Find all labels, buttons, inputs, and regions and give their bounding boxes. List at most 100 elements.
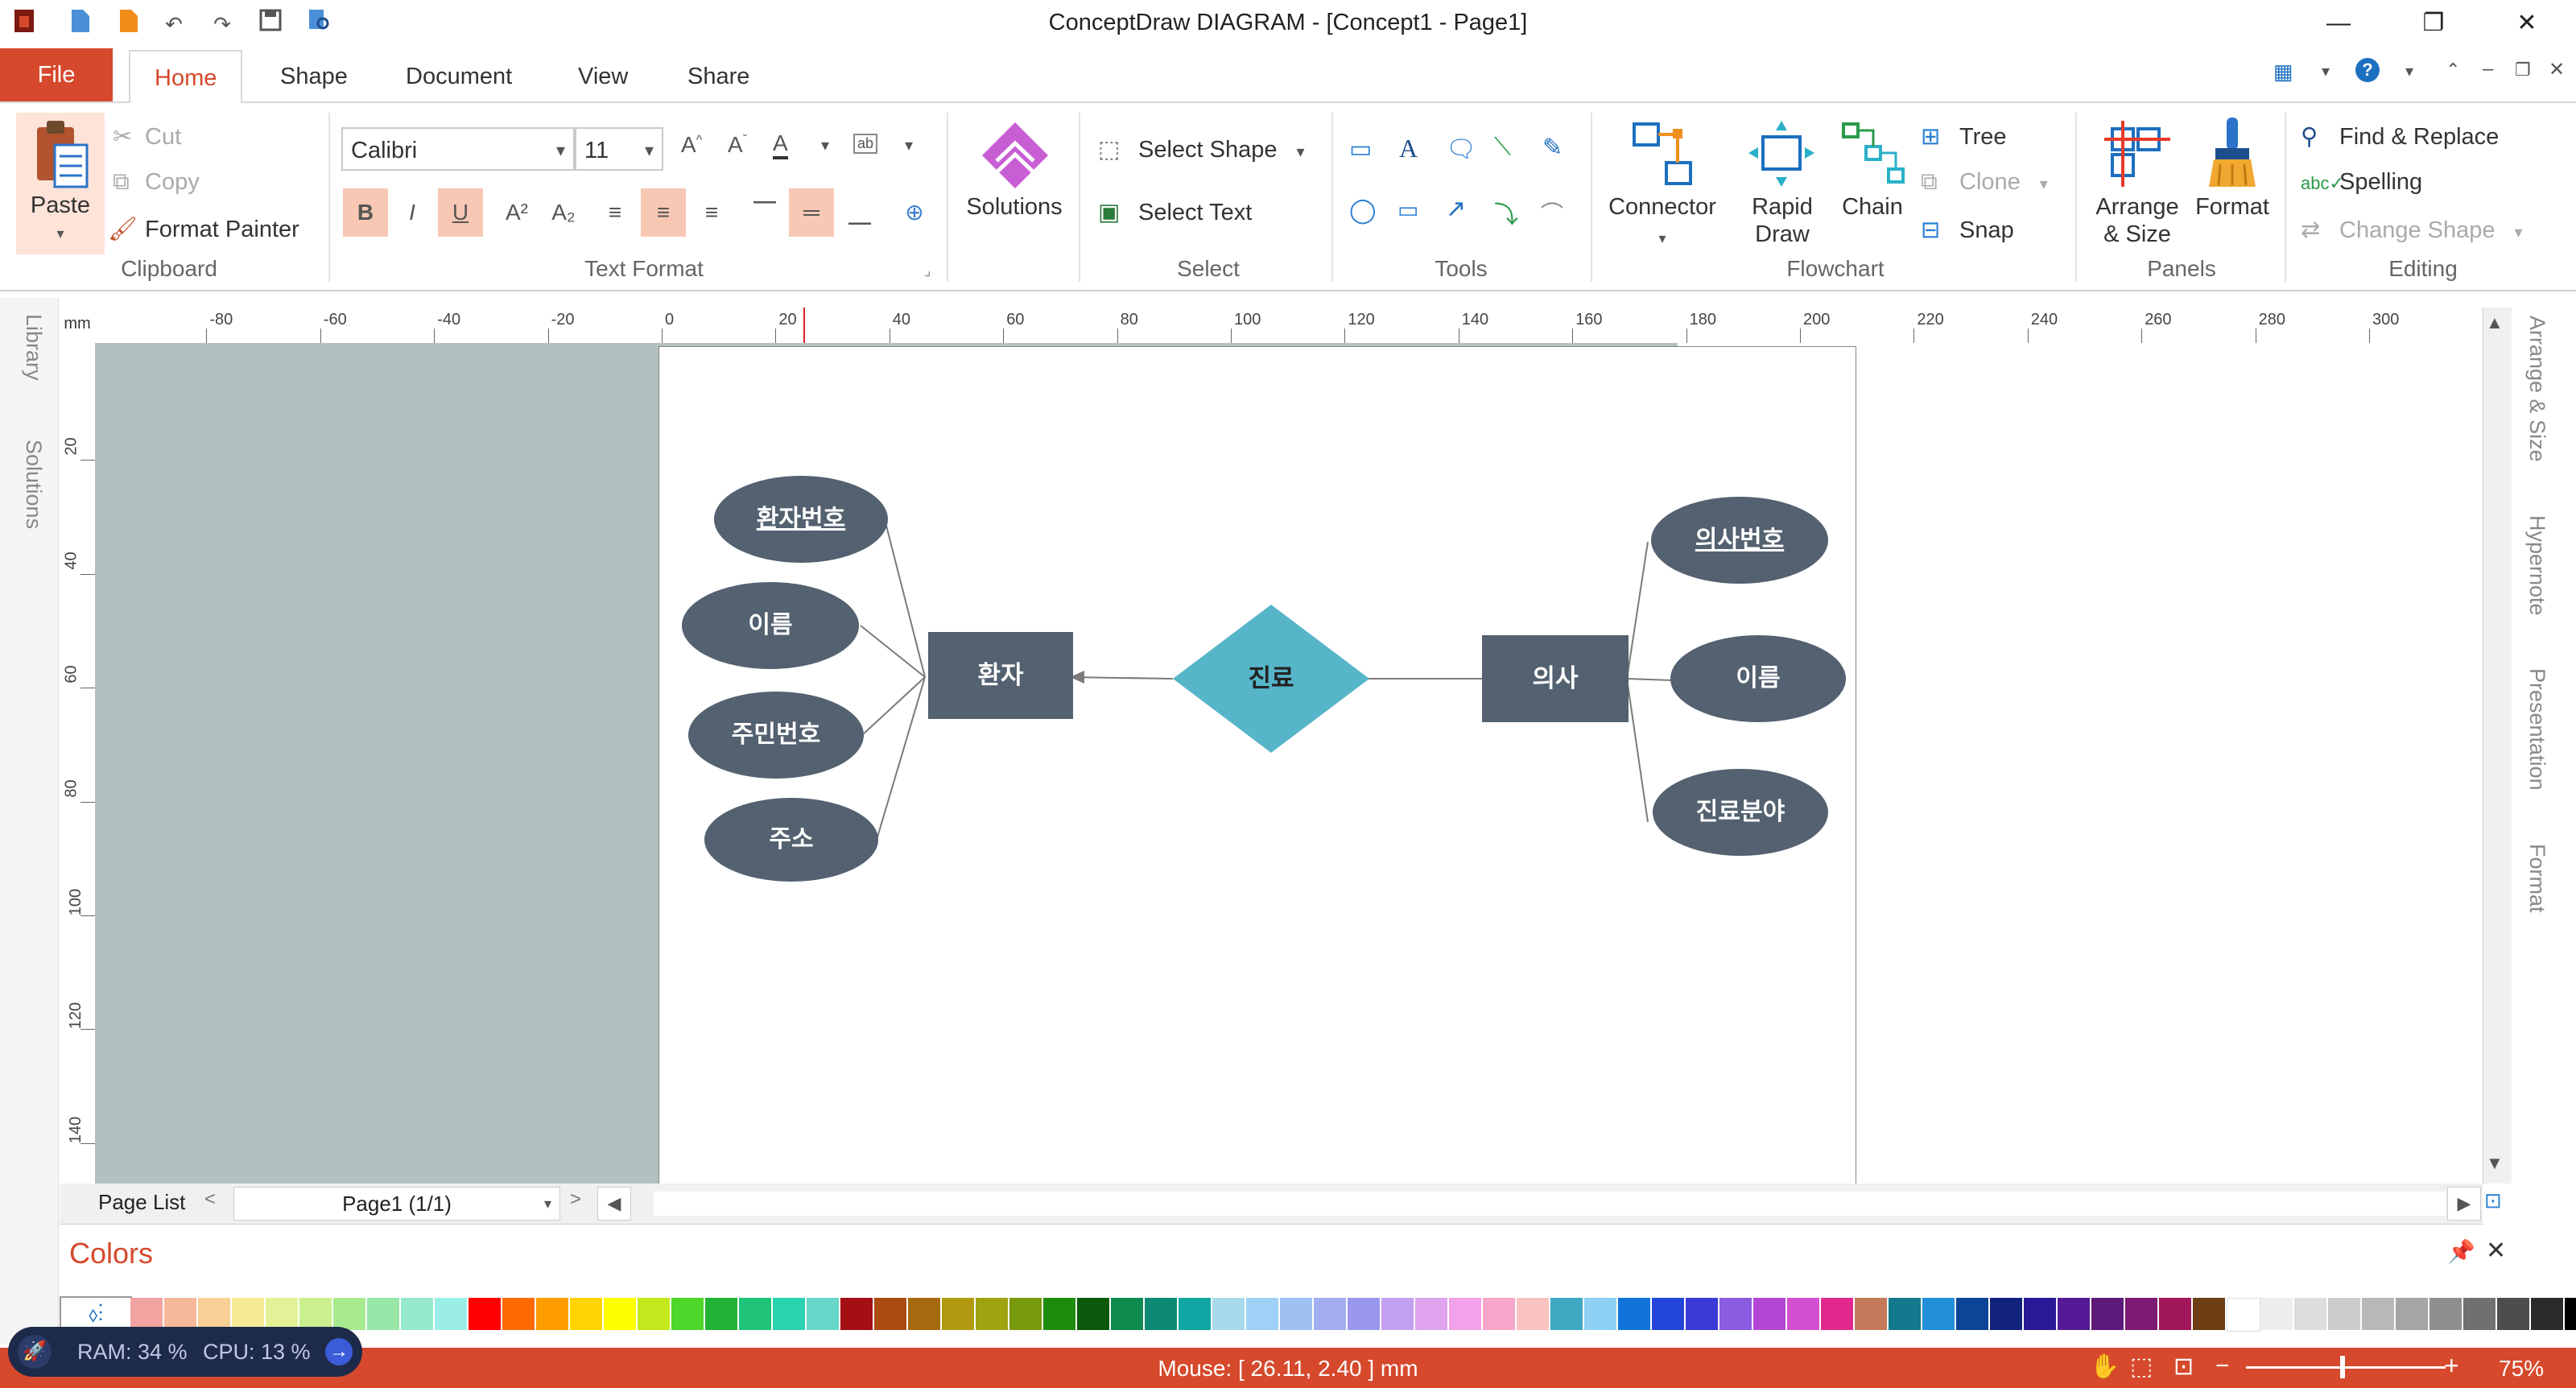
select-shape-button[interactable]: ⬚ Select Shape ▾ <box>1098 135 1305 163</box>
zoom-slider-thumb[interactable] <box>2339 1356 2345 1378</box>
color-swatch[interactable] <box>2125 1298 2157 1330</box>
find-replace-button[interactable]: ⚲ Find & Replace <box>2301 122 2499 151</box>
fit-to-window-icon[interactable]: ⊡ <box>2484 1188 2502 1213</box>
color-swatch[interactable] <box>739 1298 771 1330</box>
italic-button[interactable]: I <box>390 188 435 237</box>
page-next-icon[interactable]: > <box>570 1188 581 1211</box>
horizontal-scrollbar[interactable] <box>654 1192 2446 1216</box>
color-swatch[interactable] <box>2091 1298 2124 1330</box>
color-swatch[interactable] <box>299 1298 332 1330</box>
hand-tool-icon[interactable]: ✋ <box>2090 1353 2120 1381</box>
color-swatch[interactable] <box>2024 1298 2056 1330</box>
change-shape-button[interactable]: ⇄ Change Shape ▾ <box>2301 216 2523 244</box>
align-left-icon[interactable]: ≡ <box>592 188 638 237</box>
entity-patient[interactable]: 환자 <box>928 632 1073 719</box>
arrow-tool-icon[interactable]: ↗ <box>1446 195 1466 223</box>
attribute-patient-address[interactable]: 주소 <box>704 798 878 882</box>
solutions-side-tab[interactable]: Solutions <box>21 440 46 529</box>
color-swatch[interactable] <box>2260 1298 2293 1330</box>
color-swatch[interactable] <box>1990 1298 2022 1330</box>
curve-tool-icon[interactable]: ⌒ <box>1541 196 1563 229</box>
connector-line[interactable] <box>1626 541 1649 680</box>
color-swatch[interactable] <box>1077 1298 1109 1330</box>
color-swatch[interactable] <box>469 1298 501 1330</box>
color-swatch[interactable] <box>2159 1298 2191 1330</box>
font-size-select[interactable]: 11 ▾ <box>575 127 663 171</box>
color-swatch[interactable] <box>2362 1298 2394 1330</box>
subscript-button[interactable]: A₂ <box>541 188 586 237</box>
dialog-launcher-icon[interactable]: ⌟ <box>924 262 931 279</box>
zoom-slider[interactable] <box>2246 1366 2446 1369</box>
underline-button[interactable]: U <box>438 188 483 237</box>
color-swatch[interactable] <box>671 1298 704 1330</box>
presentation-side-tab[interactable]: Presentation <box>2524 668 2549 791</box>
color-swatch[interactable] <box>1889 1298 1921 1330</box>
close-button[interactable]: ✕ <box>2499 5 2555 42</box>
hypernote-side-tab[interactable]: Hypernote <box>2524 515 2549 616</box>
solutions-button[interactable]: Solutions <box>958 113 1071 258</box>
textbox-tool-icon[interactable]: ▭ <box>1397 196 1418 223</box>
line-tool-icon[interactable]: ⟍ <box>1494 134 1511 161</box>
color-swatch[interactable] <box>2294 1298 2326 1330</box>
color-swatch[interactable] <box>502 1298 535 1330</box>
font-color-icon[interactable]: A <box>773 130 788 159</box>
color-swatch[interactable] <box>130 1298 163 1330</box>
color-swatch[interactable] <box>1212 1298 1245 1330</box>
color-swatch[interactable] <box>1449 1298 1481 1330</box>
zoom-region-icon[interactable]: ⬚ <box>2130 1353 2153 1381</box>
scroll-right-icon[interactable]: ▶ <box>2447 1187 2481 1221</box>
connector-line[interactable] <box>876 676 926 841</box>
chevron-down-icon[interactable]: ▾ <box>905 135 913 155</box>
tab-shape[interactable]: Shape <box>256 50 372 101</box>
arrange-size-side-tab[interactable]: Arrange & Size <box>2524 316 2549 462</box>
tab-view[interactable]: View <box>554 50 652 101</box>
color-swatch[interactable] <box>1686 1298 1718 1330</box>
connector-line[interactable] <box>884 518 926 678</box>
color-swatch[interactable] <box>232 1298 264 1330</box>
bold-button[interactable]: B <box>343 188 388 237</box>
color-swatch[interactable] <box>1922 1298 1955 1330</box>
copy-button[interactable]: ⧉ Copy <box>113 169 200 196</box>
connector-button[interactable]: Connector ▾ <box>1602 113 1723 258</box>
ellipse-tool-icon[interactable]: ◯ <box>1349 196 1377 225</box>
align-right-icon[interactable]: ≡ <box>689 188 734 237</box>
color-swatch[interactable] <box>2565 1298 2576 1330</box>
connector-line[interactable] <box>860 625 926 678</box>
layout-icon[interactable]: ▦ <box>2273 60 2293 85</box>
entity-doctor[interactable]: 의사 <box>1482 635 1629 722</box>
attribute-patient-rrn[interactable]: 주민번호 <box>688 692 864 779</box>
color-swatch[interactable] <box>1787 1298 1819 1330</box>
color-swatch[interactable] <box>2227 1298 2260 1332</box>
color-swatch[interactable] <box>1415 1298 1447 1330</box>
clone-button[interactable]: ⧉ Clone ▾ <box>1921 169 2048 196</box>
color-swatch[interactable] <box>401 1298 433 1330</box>
color-swatch[interactable] <box>705 1298 737 1330</box>
attribute-doctor-field[interactable]: 진료분야 <box>1653 769 1828 856</box>
tab-share[interactable]: Share <box>663 50 774 101</box>
align-bottom-icon[interactable]: ⎽ <box>837 188 882 237</box>
page-prev-icon[interactable]: < <box>204 1188 216 1211</box>
text-settings-icon[interactable]: ⊕ <box>892 188 937 237</box>
color-swatch[interactable] <box>1618 1298 1650 1330</box>
color-swatch[interactable] <box>1652 1298 1684 1330</box>
chevron-down-icon[interactable]: ▾ <box>2322 61 2330 81</box>
color-swatch[interactable] <box>1348 1298 1380 1330</box>
color-swatch[interactable] <box>1280 1298 1312 1330</box>
color-swatch[interactable] <box>2193 1298 2225 1330</box>
color-swatch[interactable] <box>1719 1298 1752 1330</box>
color-swatch[interactable] <box>1584 1298 1616 1330</box>
format-panel-button[interactable]: Format <box>2188 113 2277 258</box>
color-swatch[interactable] <box>333 1298 365 1330</box>
cut-button[interactable]: ✂ Cut <box>113 122 181 151</box>
fit-page-icon[interactable]: ⊡ <box>2174 1353 2194 1381</box>
format-painter-button[interactable]: 🖌 Format Painter <box>108 216 299 243</box>
attribute-doctor-id[interactable]: 의사번호 <box>1651 497 1828 584</box>
chevron-down-icon[interactable]: ▾ <box>2405 61 2413 81</box>
align-middle-icon[interactable]: ═ <box>789 188 834 237</box>
color-swatch[interactable] <box>1821 1298 1853 1330</box>
scroll-up-icon[interactable]: ▲ <box>2486 312 2504 333</box>
color-swatch[interactable] <box>1111 1298 1143 1330</box>
font-family-select[interactable]: Calibri ▾ <box>341 127 575 171</box>
color-swatch[interactable] <box>2396 1298 2428 1330</box>
tab-home[interactable]: Home <box>129 50 243 105</box>
